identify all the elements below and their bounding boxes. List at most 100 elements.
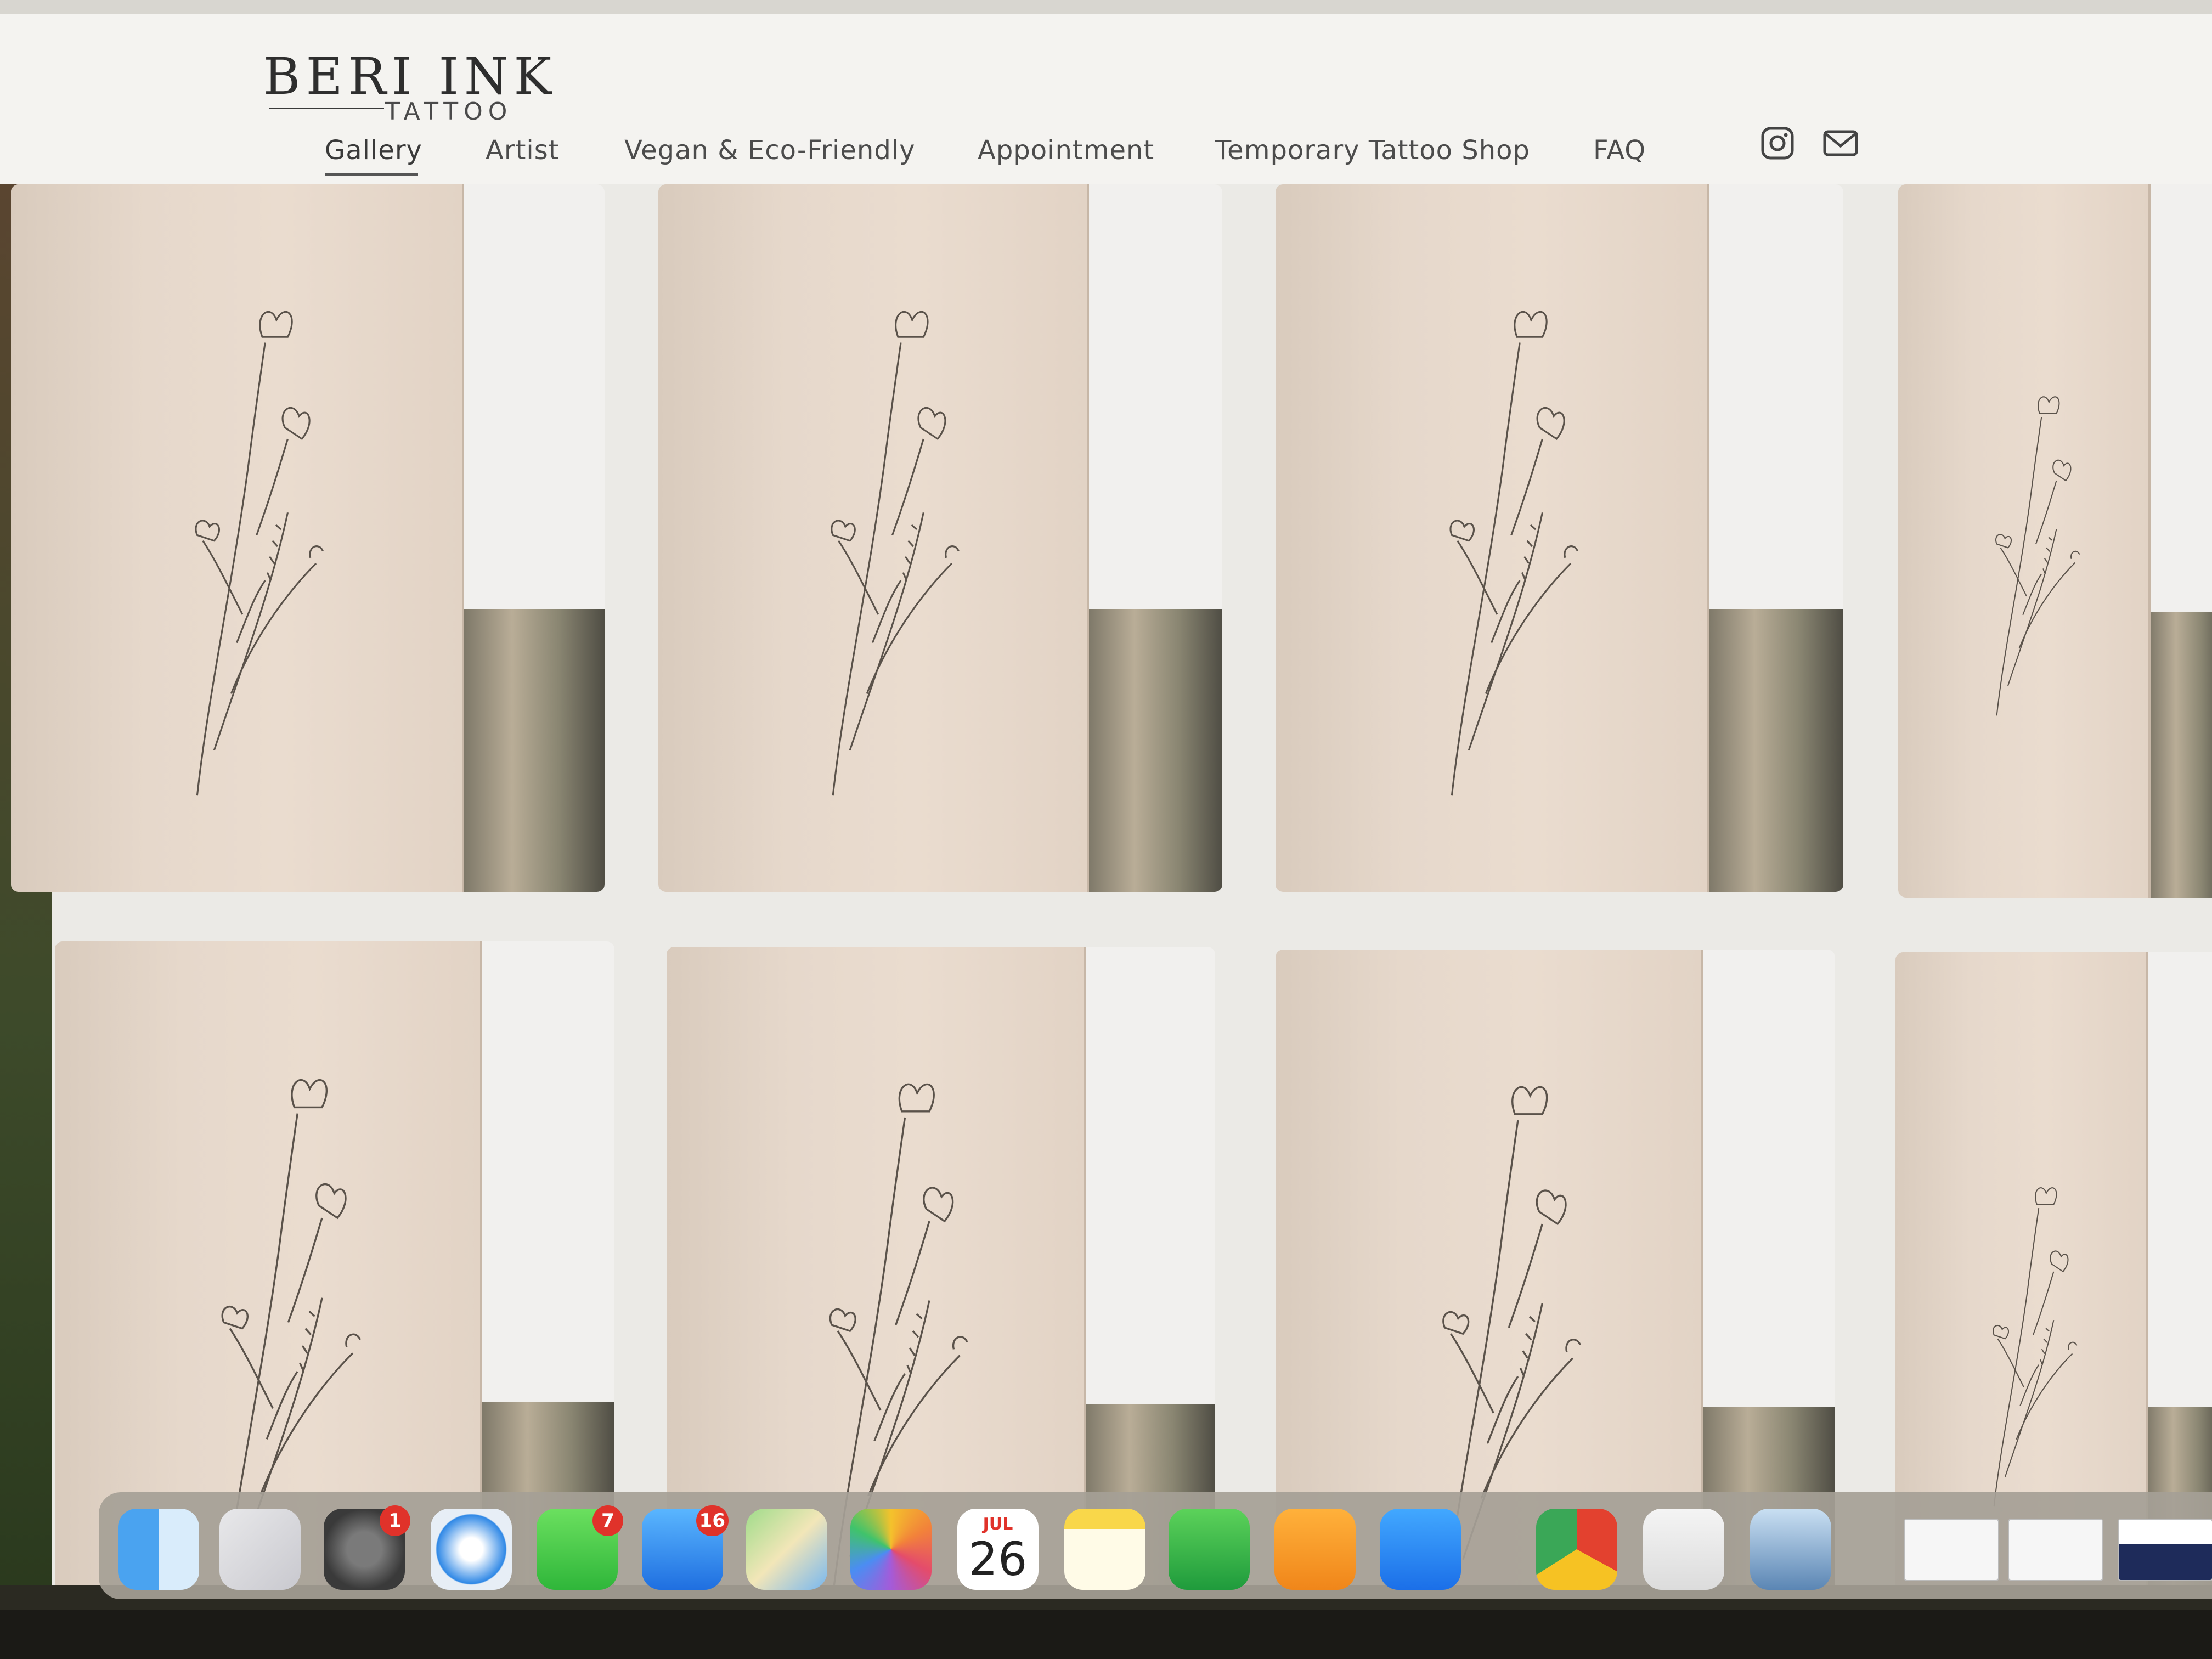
gallery-tile[interactable]	[1895, 952, 2212, 1585]
nav-active-underline	[325, 173, 418, 176]
gallery-tile[interactable]	[1276, 184, 1843, 892]
gallery-tile[interactable]	[1898, 184, 2212, 898]
photos-icon[interactable]	[850, 1509, 932, 1590]
tattoo-flower	[945, 545, 960, 558]
nav-appointment[interactable]: Appointment	[978, 135, 1154, 166]
main-nav: Gallery Artist Vegan & Eco-Friendly Appo…	[0, 135, 2212, 179]
tattoo-flower	[281, 407, 311, 441]
tattoo-flower	[259, 311, 293, 338]
dock-window-thumbnail[interactable]	[2008, 1519, 2103, 1581]
tattoo-flower	[831, 520, 856, 542]
tattoo-flower	[1442, 1311, 1470, 1335]
tattoo-stem	[895, 1221, 930, 1325]
tattoo-flower	[1513, 311, 1548, 338]
mail-app-icon[interactable]: 16	[642, 1505, 729, 1590]
nav-vegan-eco-friendly[interactable]: Vegan & Eco-Friendly	[624, 135, 916, 166]
tattoo-stem	[1997, 1338, 2024, 1387]
browser-screen: BERI INK TATTOO Gallery Artist Vegan & E…	[0, 0, 2212, 1585]
screen-bezel	[0, 1610, 2212, 1659]
gallery-tile[interactable]	[667, 947, 1215, 1585]
tattoo-flower	[2035, 1187, 2057, 1205]
tattoo-stem	[2033, 1271, 2055, 1335]
tattoo-stem	[213, 512, 289, 751]
tattoo-flower	[952, 1336, 968, 1350]
gallery-tile[interactable]	[11, 184, 605, 892]
tattoo-stem	[2016, 1353, 2073, 1440]
photo-background-blur	[450, 609, 605, 892]
maps-icon[interactable]	[746, 1509, 827, 1590]
dock-window-thumbnail[interactable]	[2118, 1519, 2212, 1581]
passwords-icon[interactable]	[1643, 1509, 1724, 1590]
tattoo-stem	[2007, 529, 2057, 686]
tattoo-stem	[1508, 1223, 1544, 1328]
tattoo-stem	[2018, 562, 2076, 649]
tattoo-stem	[832, 342, 902, 796]
notes-icon[interactable]	[1064, 1509, 1146, 1590]
tattoo-stem	[1481, 1357, 1574, 1499]
macos-dock: 1 7 16 JUL 26	[99, 1492, 2212, 1599]
photo-background-blur	[2142, 612, 2212, 898]
mail-icon[interactable]	[1821, 124, 1860, 162]
gallery-grid	[0, 184, 2212, 1585]
gallery-tile[interactable]	[1276, 950, 1835, 1585]
tattoo-stem	[287, 1217, 323, 1323]
app-store-icon[interactable]	[1380, 1509, 1461, 1590]
tattoo-flower	[309, 545, 324, 558]
nav-gallery[interactable]: Gallery	[325, 135, 422, 166]
tattoo-flower	[2070, 550, 2080, 560]
calendar-icon[interactable]: JUL 26	[957, 1509, 1039, 1590]
tattoo-flower	[315, 1183, 347, 1220]
tattoo-stem	[866, 563, 953, 695]
tattoo-stem	[1450, 1333, 1495, 1414]
notification-badge: 1	[380, 1505, 410, 1536]
chrome-icon[interactable]	[1536, 1509, 1617, 1590]
tattoo-flower	[291, 1079, 328, 1109]
tattoo-stem	[1451, 342, 1521, 796]
browser-tab-strip[interactable]	[0, 0, 2212, 14]
tattoo-stem	[867, 1355, 961, 1497]
tattoo-flower	[2050, 1250, 2069, 1272]
tattoo-stem	[259, 1352, 354, 1495]
tattoo-flower	[1536, 1189, 1567, 1226]
finder-icon[interactable]	[118, 1509, 199, 1590]
tattoo-flower	[923, 1187, 954, 1223]
tattoo-flower	[1536, 407, 1565, 441]
numbers-icon[interactable]	[1169, 1509, 1250, 1590]
tattoo-stem	[2000, 547, 2027, 597]
launchpad-icon[interactable]	[219, 1509, 301, 1590]
pages-icon[interactable]	[1274, 1509, 1356, 1590]
messages-icon[interactable]: 7	[537, 1505, 623, 1590]
tattoo-stem	[1510, 438, 1543, 536]
settings-icon[interactable]: 1	[324, 1505, 410, 1590]
gallery-tile[interactable]	[658, 184, 1222, 892]
tattoo-stem	[849, 512, 924, 751]
tattoo-stem	[229, 1328, 274, 1409]
tattoo-stem	[1457, 540, 1498, 616]
dock-window-thumbnail[interactable]	[1904, 1519, 1999, 1581]
site-logo[interactable]: BERI INK TATTOO	[263, 47, 551, 126]
preview-icon[interactable]	[1750, 1509, 1831, 1590]
tattoo-stem	[2005, 1319, 2055, 1477]
tattoo-flower	[2068, 1341, 2078, 1350]
nav-temporary-tattoo-shop[interactable]: Temporary Tattoo Shop	[1215, 135, 1530, 166]
wildflower-tattoo-image	[1449, 311, 1578, 796]
tattoo-stem	[202, 540, 244, 616]
tattoo-flower	[1449, 520, 1475, 542]
notification-badge: 16	[696, 1505, 729, 1536]
tattoo-flower	[222, 1306, 249, 1330]
notification-badge: 7	[592, 1505, 623, 1536]
instagram-icon[interactable]	[1758, 124, 1797, 162]
tattoo-stem	[838, 540, 879, 616]
gallery-tile[interactable]	[55, 941, 614, 1585]
tattoo-flower	[1564, 545, 1578, 558]
safari-icon[interactable]	[431, 1509, 512, 1590]
logo-subtitle: TATTOO	[385, 98, 513, 126]
calendar-day-label: 26	[968, 1532, 1028, 1586]
wildflower-tattoo-image	[195, 311, 324, 796]
nav-artist[interactable]: Artist	[486, 135, 560, 166]
tattoo-flower	[345, 1333, 362, 1347]
tattoo-stem	[1993, 1207, 2040, 1507]
nav-faq[interactable]: FAQ	[1593, 135, 1646, 166]
tattoo-stem	[1468, 512, 1543, 751]
tattoo-flower	[1511, 1086, 1548, 1115]
